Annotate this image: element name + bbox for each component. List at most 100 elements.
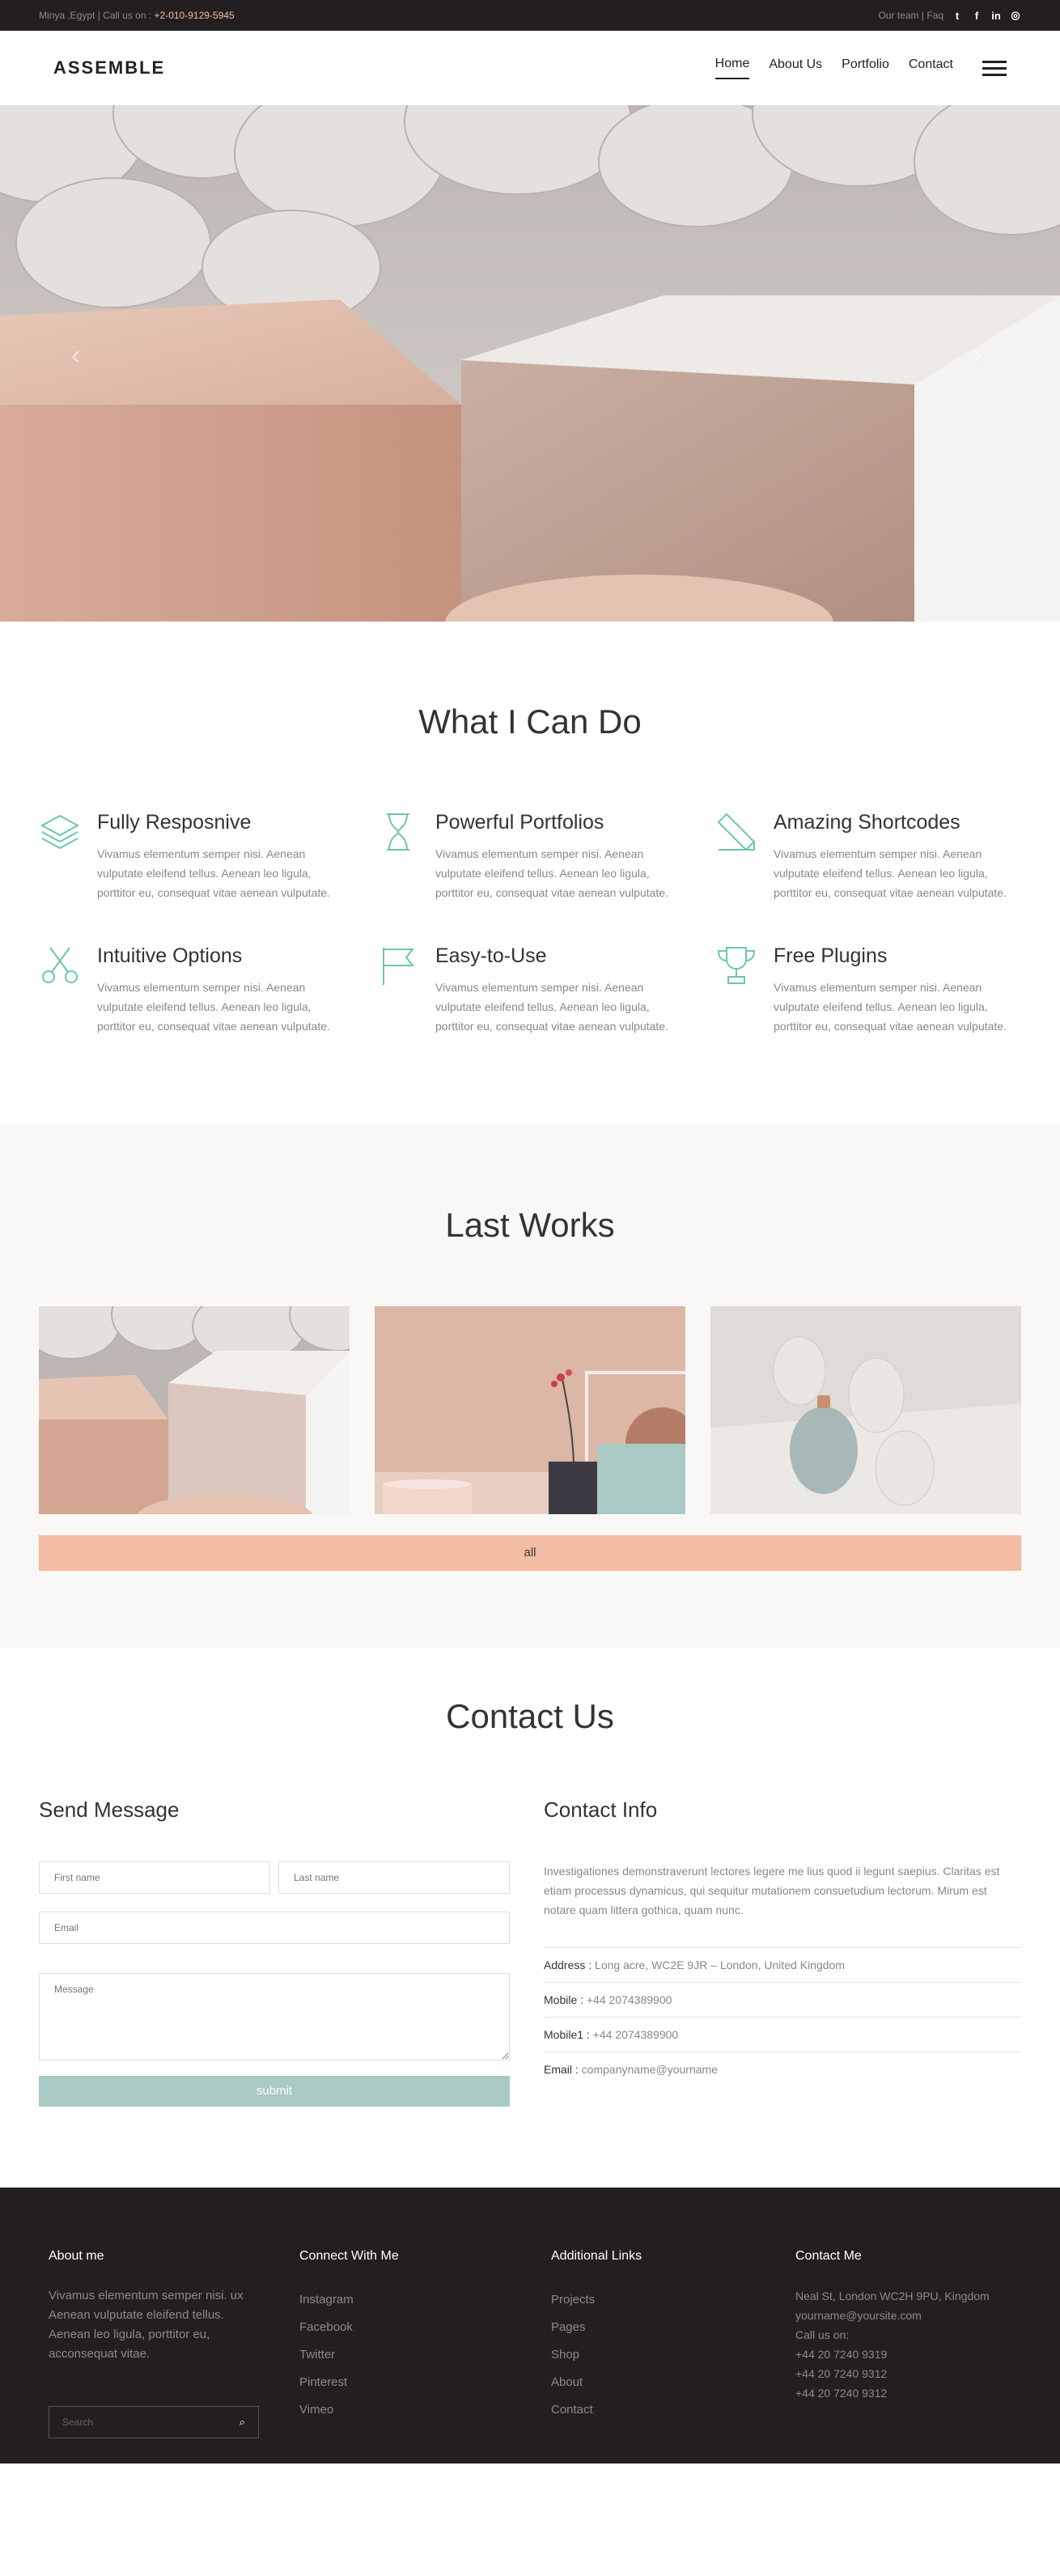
services-grid: Fully Resposnive Vivamus elementum sempe… bbox=[39, 811, 1021, 1036]
site-header: ASSEMBLE Home About Us Portfolio Contact bbox=[0, 31, 1060, 105]
contact-section: Contact Us Send Message submit Contact I… bbox=[0, 1649, 1060, 2188]
service-item: Fully Resposnive Vivamus elementum sempe… bbox=[39, 811, 345, 902]
chevron-left-icon[interactable]: ‹ bbox=[71, 340, 80, 371]
nav-portfolio[interactable]: Portfolio bbox=[842, 57, 889, 79]
submit-button[interactable]: submit bbox=[39, 2076, 510, 2107]
footer-additional-title: Additional Links bbox=[551, 2249, 642, 2263]
trophy-icon bbox=[717, 947, 756, 984]
hero-slider: ‹ › bbox=[0, 105, 1060, 622]
contact-columns: Send Message submit Contact Info Investi… bbox=[39, 1797, 1021, 2107]
services-section: What I Can Do Fully Resposnive Vivamus e… bbox=[0, 622, 1060, 1125]
footer-connect: Connect With Me Instagram Facebook Twitt… bbox=[299, 2249, 551, 2438]
service-title: Easy-to-Use bbox=[435, 944, 547, 967]
works-section: Last Works all bbox=[0, 1125, 1060, 1649]
footer-link-shop[interactable]: Shop bbox=[551, 2341, 795, 2369]
footer-about: About me Vivamus elementum semper nisi. … bbox=[49, 2249, 299, 2438]
contact-info: Contact Info Investigationes demonstrave… bbox=[544, 1797, 1021, 2107]
top-links[interactable]: Our team | Faq bbox=[879, 10, 943, 21]
contact-title: Contact Us bbox=[446, 1697, 614, 1735]
instagram-icon[interactable]: ◎ bbox=[1010, 9, 1021, 22]
mobile-line: Mobile : +44 2074389900 bbox=[544, 1982, 1021, 2017]
service-text: Vivamus elementum semper nisi. Aenean vu… bbox=[435, 981, 668, 1033]
flag-icon bbox=[383, 948, 415, 985]
hero-image bbox=[0, 105, 1060, 622]
works-grid bbox=[39, 1306, 1021, 1514]
works-title: Last Works bbox=[445, 1206, 615, 1244]
filter-all-button[interactable]: all bbox=[39, 1535, 1021, 1571]
logo[interactable]: ASSEMBLE bbox=[53, 57, 165, 79]
first-name-field[interactable] bbox=[39, 1861, 270, 1894]
work-item[interactable] bbox=[710, 1306, 1021, 1514]
work-image bbox=[39, 1306, 350, 1514]
footer-link-facebook[interactable]: Facebook bbox=[299, 2314, 551, 2341]
hamburger-menu-icon[interactable] bbox=[982, 57, 1007, 80]
nav-contact[interactable]: Contact bbox=[909, 57, 953, 79]
footer-email[interactable]: yourname@yoursite.com bbox=[795, 2306, 1006, 2325]
scissors-icon bbox=[42, 947, 78, 983]
work-image bbox=[710, 1306, 1021, 1514]
service-item: Powerful Portfolios Vivamus elementum se… bbox=[377, 811, 683, 902]
footer-address: Neal St, London WC2H 9PU, Kingdom bbox=[795, 2290, 990, 2302]
service-text: Vivamus elementum semper nisi. Aenean vu… bbox=[774, 847, 1007, 899]
layers-icon bbox=[40, 814, 80, 850]
footer-link-contact[interactable]: Contact bbox=[551, 2396, 795, 2424]
nav-about-us[interactable]: About Us bbox=[769, 57, 822, 79]
top-bar-right: Our team | Faq t f in ◎ bbox=[879, 9, 1021, 22]
footer-link-about[interactable]: About bbox=[551, 2369, 795, 2396]
footer-link-pages[interactable]: Pages bbox=[551, 2314, 795, 2341]
footer-contact-me: Contact Me Neal St, London WC2H 9PU, Kin… bbox=[795, 2249, 1006, 2438]
facebook-icon[interactable]: f bbox=[971, 10, 982, 22]
footer-search-input[interactable]: Search ⌕ bbox=[49, 2406, 259, 2438]
service-title: Free Plugins bbox=[774, 944, 888, 967]
last-name-field[interactable] bbox=[278, 1861, 510, 1894]
footer-link-pinterest[interactable]: Pinterest bbox=[299, 2369, 551, 2396]
footer-phone[interactable]: +44 20 7240 9312 bbox=[795, 2383, 1006, 2403]
form-title: Send Message bbox=[39, 1797, 180, 1822]
linkedin-icon[interactable]: in bbox=[990, 10, 1002, 22]
footer-contact-title: Contact Me bbox=[795, 2249, 862, 2263]
main-nav: Home About Us Portfolio Contact bbox=[714, 57, 1007, 80]
services-title: What I Can Do bbox=[418, 702, 642, 741]
service-item: Free Plugins Vivamus elementum semper ni… bbox=[715, 944, 1021, 1036]
email-field[interactable] bbox=[39, 1912, 510, 1944]
footer-connect-title: Connect With Me bbox=[299, 2249, 399, 2263]
service-text: Vivamus elementum semper nisi. Aenean vu… bbox=[435, 847, 668, 899]
service-item: Amazing Shortcodes Vivamus elementum sem… bbox=[715, 811, 1021, 902]
pencil-icon bbox=[717, 813, 755, 851]
work-image bbox=[375, 1306, 685, 1514]
service-text: Vivamus elementum semper nisi. Aenean vu… bbox=[97, 981, 330, 1033]
work-item[interactable] bbox=[375, 1306, 685, 1514]
service-title: Amazing Shortcodes bbox=[774, 811, 960, 834]
email-line: Email : companyname@yourname bbox=[544, 2052, 1021, 2086]
footer-about-title: About me bbox=[49, 2249, 104, 2263]
footer-phone[interactable]: +44 20 7240 9319 bbox=[795, 2345, 1006, 2364]
footer-link-projects[interactable]: Projects bbox=[551, 2286, 795, 2314]
message-field[interactable] bbox=[39, 1973, 510, 2060]
work-item[interactable] bbox=[39, 1306, 350, 1514]
service-title: Fully Resposnive bbox=[97, 811, 252, 834]
footer-call-label: Call us on: bbox=[795, 2328, 850, 2341]
site-footer: About me Vivamus elementum semper nisi. … bbox=[0, 2188, 1060, 2464]
service-text: Vivamus elementum semper nisi. Aenean vu… bbox=[97, 847, 330, 899]
mobile1-line: Mobile1 : +44 2074389900 bbox=[544, 2017, 1021, 2052]
chevron-right-icon[interactable]: › bbox=[973, 340, 982, 371]
top-bar: Minya ,Egypt | Call us on : +2-010-9129-… bbox=[0, 0, 1060, 31]
info-text: Investigationes demonstraverunt lectores… bbox=[544, 1865, 1000, 1916]
footer-link-vimeo[interactable]: Vimeo bbox=[299, 2396, 551, 2424]
footer-link-twitter[interactable]: Twitter bbox=[299, 2341, 551, 2369]
send-message-form: Send Message submit bbox=[39, 1797, 510, 2107]
service-text: Vivamus elementum semper nisi. Aenean vu… bbox=[774, 981, 1007, 1033]
service-title: Powerful Portfolios bbox=[435, 811, 604, 834]
service-item: Intuitive Options Vivamus elementum semp… bbox=[39, 944, 345, 1036]
footer-about-text: Vivamus elementum semper nisi. ux Aenean… bbox=[49, 2289, 244, 2361]
footer-phone[interactable]: +44 20 7240 9312 bbox=[795, 2364, 1006, 2383]
info-title: Contact Info bbox=[544, 1797, 658, 1822]
footer-link-instagram[interactable]: Instagram bbox=[299, 2286, 551, 2314]
footer-additional: Additional Links Projects Pages Shop Abo… bbox=[551, 2249, 795, 2438]
address-line: Address : Long acre, WC2E 9JR – London, … bbox=[544, 1947, 1021, 1982]
phone-link[interactable]: +2-010-9129-5945 bbox=[155, 10, 235, 21]
twitter-icon[interactable]: t bbox=[952, 10, 963, 22]
nav-home[interactable]: Home bbox=[714, 57, 750, 79]
search-icon[interactable]: ⌕ bbox=[240, 2416, 245, 2429]
service-title: Intuitive Options bbox=[97, 944, 243, 967]
